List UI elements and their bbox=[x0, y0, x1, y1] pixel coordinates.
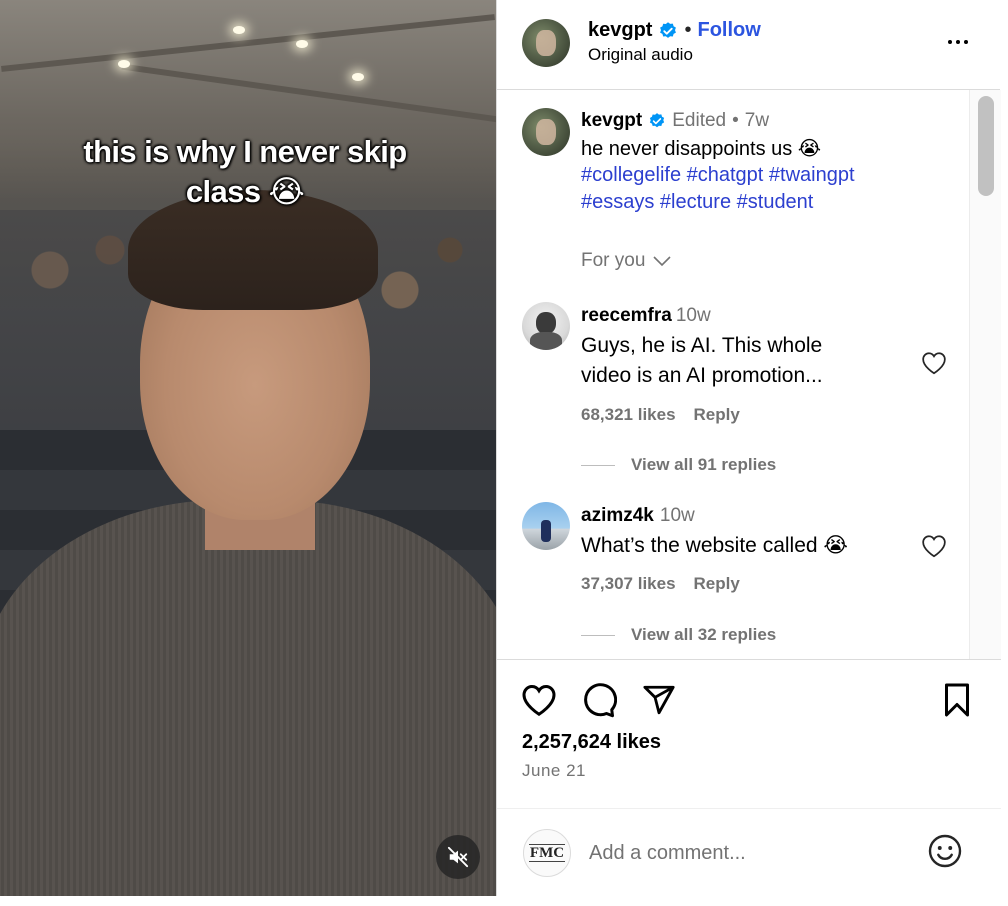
ceiling-light bbox=[352, 73, 364, 81]
post-likes-count[interactable]: 2,257,624 likes bbox=[522, 731, 661, 754]
follow-button[interactable]: Follow bbox=[697, 19, 760, 42]
comment-author-row: reecemfra 10w bbox=[581, 305, 711, 327]
post-hashtags: #collegelife #chatgpt #twaingpt #essays … bbox=[581, 162, 855, 216]
header-user-row: kevgpt • Follow bbox=[588, 19, 761, 42]
hashtag-line[interactable]: #essays #lecture #student bbox=[581, 189, 855, 216]
meta-separator: • bbox=[732, 110, 739, 131]
comment-author-row: azimz4k 10w bbox=[581, 505, 695, 527]
replies-divider-line bbox=[581, 634, 615, 636]
reply-button[interactable]: Reply bbox=[694, 574, 740, 594]
ceiling-light bbox=[118, 60, 130, 68]
post-author-row: kevgpt Edited • 7w bbox=[581, 110, 769, 132]
avatar-figure bbox=[530, 332, 562, 350]
comment-input[interactable] bbox=[589, 839, 909, 867]
verified-badge-icon bbox=[660, 21, 677, 38]
verified-badge-icon bbox=[650, 113, 665, 128]
avatar[interactable] bbox=[522, 302, 570, 350]
reel-video[interactable]: this is why I never skip class 😭 bbox=[0, 0, 496, 896]
heart-icon[interactable] bbox=[521, 683, 557, 717]
video-caption: this is why I never skip class 😭 bbox=[40, 132, 450, 212]
avatar[interactable] bbox=[522, 19, 570, 67]
post-side-panel: kevgpt • Follow Original audio kevgpt Ed… bbox=[496, 0, 1001, 896]
ceiling-light bbox=[296, 40, 308, 48]
comment-like-heart-icon[interactable] bbox=[921, 534, 947, 558]
post-header: kevgpt • Follow Original audio bbox=[497, 0, 1000, 90]
comment-icon[interactable] bbox=[581, 682, 617, 718]
scrollbar-thumb[interactable] bbox=[978, 96, 994, 196]
bookmark-icon[interactable] bbox=[941, 682, 973, 718]
chevron-down-icon bbox=[653, 256, 671, 267]
speaker-muted-icon bbox=[447, 846, 469, 868]
view-replies-label: View all 32 replies bbox=[631, 625, 777, 644]
comment-like-heart-icon[interactable] bbox=[921, 351, 947, 375]
post-caption-text: he never disappoints us 😭 bbox=[581, 138, 822, 160]
sort-label: For you bbox=[581, 250, 646, 271]
header-username[interactable]: kevgpt bbox=[588, 19, 652, 42]
comment-age[interactable]: 10w bbox=[676, 305, 711, 327]
comment-text-line: video is an AI promotion... bbox=[581, 364, 823, 387]
edited-label: Edited bbox=[672, 110, 727, 131]
comments-scrollbar[interactable] bbox=[969, 90, 1001, 659]
comment-text: What’s the website called 😭 bbox=[581, 534, 848, 557]
more-dot bbox=[964, 40, 968, 44]
sort-dropdown[interactable]: For you bbox=[581, 250, 671, 272]
emoji-icon[interactable] bbox=[927, 833, 963, 869]
comment-likes-count[interactable]: 68,321 likes bbox=[581, 405, 676, 425]
video-caption-line: class 😭 bbox=[185, 174, 305, 209]
avatar[interactable]: FMC bbox=[523, 829, 571, 877]
view-replies-button[interactable]: View all 91 replies bbox=[581, 455, 776, 475]
avatar[interactable] bbox=[522, 502, 570, 550]
comment-username[interactable]: azimz4k bbox=[581, 505, 654, 527]
comment-actions-row: 37,307 likes Reply bbox=[581, 574, 740, 594]
comment-actions-row: 68,321 likes Reply bbox=[581, 405, 740, 425]
avatar-figure bbox=[536, 312, 556, 334]
avatar-logo-text: FMC bbox=[528, 844, 566, 862]
person-sweater bbox=[0, 500, 496, 896]
comment-text-line: Guys, he is AI. This whole bbox=[581, 334, 823, 357]
avatar[interactable] bbox=[522, 108, 570, 156]
post-author-username[interactable]: kevgpt bbox=[581, 110, 642, 132]
more-horizontal-icon bbox=[948, 40, 952, 44]
hashtag-line[interactable]: #collegelife #chatgpt #twaingpt bbox=[581, 162, 855, 189]
comments-section[interactable]: kevgpt Edited • 7w he never disappoints … bbox=[497, 90, 1001, 660]
post-age[interactable]: 7w bbox=[745, 110, 769, 132]
reply-button[interactable]: Reply bbox=[694, 405, 740, 425]
view-replies-button[interactable]: View all 32 replies bbox=[581, 625, 776, 645]
video-caption-line: this is why I never skip bbox=[83, 134, 407, 169]
post-date[interactable]: June 21 bbox=[522, 761, 586, 781]
add-comment-bar: FMC bbox=[497, 808, 1001, 896]
more-options-button[interactable] bbox=[943, 30, 973, 54]
header-separator: • bbox=[684, 19, 692, 41]
more-dot bbox=[956, 40, 960, 44]
ceiling-light bbox=[233, 26, 245, 34]
mute-toggle-button[interactable] bbox=[436, 835, 480, 879]
comment-age[interactable]: 10w bbox=[660, 505, 695, 527]
comment-username[interactable]: reecemfra bbox=[581, 305, 672, 327]
replies-divider-line bbox=[581, 464, 615, 466]
comment-likes-count[interactable]: 37,307 likes bbox=[581, 574, 676, 594]
avatar-figure bbox=[541, 520, 551, 542]
view-replies-label: View all 91 replies bbox=[631, 455, 777, 474]
comment-text: Guys, he is AI. This whole video is an A… bbox=[581, 331, 823, 391]
original-audio-link[interactable]: Original audio bbox=[588, 45, 693, 65]
share-icon[interactable] bbox=[641, 683, 677, 717]
